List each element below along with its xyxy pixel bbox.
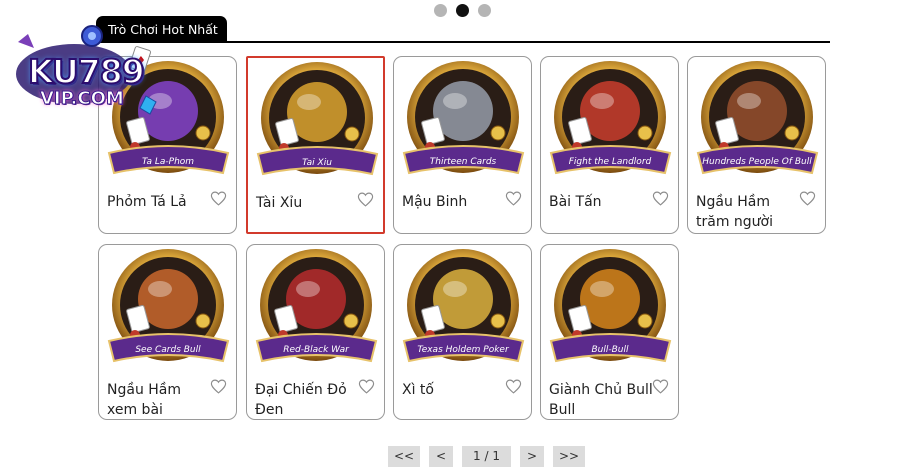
carousel-dot[interactable] — [478, 4, 491, 17]
banner-text: Hundreds People Of Bull — [702, 157, 812, 167]
game-card[interactable]: See Cards Bull Ngầu Hầm xem bài — [98, 244, 237, 420]
game-title: Mậu Binh — [402, 194, 468, 210]
game-title: Ngầu Hầm trăm người — [696, 194, 773, 230]
pagination: << < 1 / 1 > >> — [388, 446, 585, 467]
game-thumbnail-icon: Fight the Landlord — [549, 61, 672, 175]
logo-text: KU789 — [27, 51, 146, 92]
carousel-dot[interactable] — [434, 4, 447, 17]
heart-icon[interactable] — [652, 190, 669, 207]
game-thumbnail-icon: Tai Xiu — [256, 62, 379, 176]
first-page-button[interactable]: << — [388, 446, 420, 467]
banner-text: Texas Holdem Poker — [417, 345, 510, 355]
game-title: Đại Chiến Đỏ Đen — [255, 382, 347, 418]
carousel-dot-active[interactable] — [456, 4, 469, 17]
banner-text: Tai Xiu — [302, 158, 332, 168]
game-title: Xì tố — [402, 382, 434, 398]
heart-icon[interactable] — [799, 190, 816, 207]
logo-subtext: VIP.COM — [40, 88, 125, 110]
heart-icon[interactable] — [210, 190, 227, 207]
game-thumbnail-icon: Red-Black War — [255, 249, 378, 363]
game-card[interactable]: Thirteen Cards Mậu Binh — [393, 56, 532, 234]
game-title: Bài Tấn — [549, 194, 602, 210]
banner-text: Bull-Bull — [591, 345, 629, 355]
game-title: Giành Chủ Bull Bull — [549, 382, 653, 418]
heart-icon[interactable] — [505, 378, 522, 395]
game-card[interactable]: Tai Xiu Tài Xỉu — [246, 56, 385, 234]
game-card[interactable]: Red-Black War Đại Chiến Đỏ Đen — [246, 244, 385, 420]
heart-icon[interactable] — [210, 378, 227, 395]
carousel-dots — [434, 4, 491, 17]
heart-icon[interactable] — [357, 191, 374, 208]
game-title: Ngầu Hầm xem bài — [107, 382, 182, 418]
page-indicator: 1 / 1 — [462, 446, 511, 467]
game-thumbnail-icon: See Cards Bull — [107, 249, 230, 363]
banner-text: Red-Black War — [283, 345, 350, 355]
game-title: Phỏm Tá Lả — [107, 194, 187, 210]
game-card[interactable]: Bull-Bull Giành Chủ Bull Bull — [540, 244, 679, 420]
heart-icon[interactable] — [358, 378, 375, 395]
game-thumbnail-icon: Bull-Bull — [549, 249, 672, 363]
banner-text: See Cards Bull — [135, 345, 201, 355]
game-card[interactable]: Texas Holdem Poker Xì tố — [393, 244, 532, 420]
next-page-button[interactable]: > — [520, 446, 544, 467]
banner-text: Thirteen Cards — [430, 157, 497, 167]
heart-icon[interactable] — [505, 190, 522, 207]
game-thumbnail-icon: Thirteen Cards — [402, 61, 525, 175]
last-page-button[interactable]: >> — [553, 446, 585, 467]
section-divider — [96, 41, 830, 43]
banner-text: Fight the Landlord — [569, 157, 652, 167]
game-thumbnail-icon: Texas Holdem Poker — [402, 249, 525, 363]
game-card[interactable]: Fight the Landlord Bài Tấn — [540, 56, 679, 234]
prev-page-button[interactable]: < — [429, 446, 453, 467]
game-title: Tài Xỉu — [256, 195, 303, 211]
game-thumbnail-icon: Hundreds People Of Bull — [696, 61, 819, 175]
game-card[interactable]: Hundreds People Of Bull Ngầu Hầm trăm ngư… — [687, 56, 826, 234]
brand-logo[interactable]: ♦ KU789 VIP.COM — [12, 22, 162, 127]
banner-text: Ta La-Phom — [142, 157, 194, 167]
heart-icon[interactable] — [652, 378, 669, 395]
